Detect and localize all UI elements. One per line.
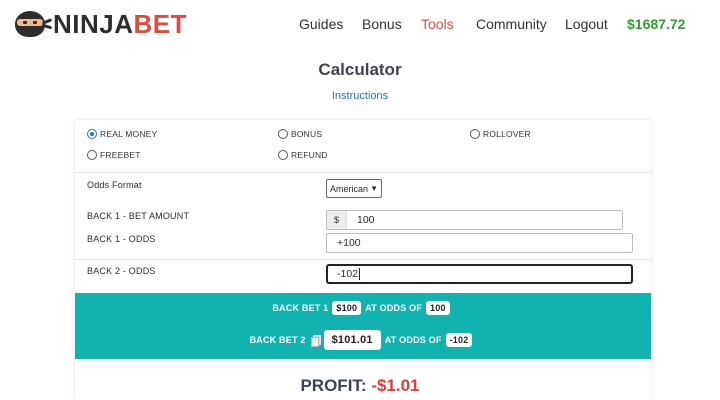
odds-format-value: American: [330, 183, 369, 194]
back2-odds-value: -102: [328, 267, 361, 281]
bet1-odds-pill: 100: [426, 301, 450, 315]
instructions-link[interactable]: Instructions: [0, 90, 720, 102]
radio-label: REAL MONEY: [100, 129, 158, 139]
back1-odds-input[interactable]: +100: [326, 233, 633, 253]
radio-label: FREEBET: [100, 150, 141, 160]
radio-label: REFUND: [291, 150, 328, 160]
logo-text: NINJABET: [53, 9, 187, 39]
ninjabet-logo[interactable]: NINJABET: [13, 9, 187, 39]
divider: [75, 172, 651, 173]
odds-format-select[interactable]: American ▼: [326, 179, 382, 198]
logo-text-bet: BET: [133, 9, 188, 39]
radio-real-money[interactable]: REAL MONEY: [87, 129, 157, 139]
bet1-amount-pill: $100: [332, 301, 362, 315]
nav-item-guides[interactable]: Guides: [299, 16, 343, 32]
radio-dot: [87, 129, 97, 139]
back1-odds-value: +100: [337, 237, 361, 249]
nav-item-logout[interactable]: Logout: [565, 16, 608, 32]
profit-display: PROFIT: -$1.01: [0, 376, 720, 396]
back1-amount-value: 100: [357, 214, 375, 226]
nav-item-community[interactable]: Community: [476, 16, 547, 32]
nav-item-tools[interactable]: Tools: [421, 16, 454, 32]
radio-label: BONUS: [291, 129, 323, 139]
bet1-label: BACK BET 1: [272, 303, 329, 313]
back2-odds-text: -102: [337, 267, 359, 280]
site-header: NINJABET Guides Bonus Tools Community Lo…: [0, 0, 720, 52]
logo-text-ninja: NINJA: [53, 9, 134, 39]
bet2-odds-pill: -102: [445, 333, 473, 347]
radio-dot: [87, 150, 97, 160]
radio-label: ROLLOVER: [483, 129, 531, 139]
result-panel: BACK BET 1 $100 AT ODDS OF 100 BACK BET …: [75, 293, 651, 359]
back1-amount-label: BACK 1 - BET AMOUNT: [87, 211, 190, 221]
back2-odds-input[interactable]: -102: [326, 264, 633, 284]
radio-freebet[interactable]: FREEBET: [87, 150, 141, 160]
chevron-down-icon: ▼: [370, 184, 378, 193]
at-odds-label: AT ODDS OF: [365, 303, 423, 313]
back1-odds-label: BACK 1 - ODDS: [87, 234, 156, 244]
back2-odds-label: BACK 2 - ODDS: [87, 266, 156, 276]
bet2-amount-pill: $101.01: [323, 330, 381, 350]
copy-icon[interactable]: [310, 334, 321, 347]
account-balance[interactable]: $1687.72: [627, 16, 685, 32]
result-row-bet2: BACK BET 2 $101.01 AT ODDS OF -102: [75, 330, 651, 350]
back1-amount-input[interactable]: $ 100: [326, 210, 623, 230]
radio-dot: [470, 129, 480, 139]
result-row-bet1: BACK BET 1 $100 AT ODDS OF 100: [75, 301, 651, 315]
profit-value: -$1.01: [371, 376, 420, 395]
nav-item-bonus[interactable]: Bonus: [362, 16, 402, 32]
radio-rollover[interactable]: ROLLOVER: [470, 129, 531, 139]
bet2-label: BACK BET 2: [249, 335, 306, 345]
profit-label: PROFIT:: [300, 376, 367, 395]
radio-dot: [278, 129, 288, 139]
at-odds-label: AT ODDS OF: [384, 335, 442, 345]
radio-refund[interactable]: REFUND: [278, 150, 328, 160]
divider: [75, 259, 651, 260]
odds-format-label: Odds Format: [87, 180, 142, 190]
page-title: Calculator: [318, 60, 402, 79]
radio-bonus[interactable]: BONUS: [278, 129, 322, 139]
radio-dot: [278, 150, 288, 160]
ninja-head-icon: [13, 9, 53, 39]
text-caret: [359, 268, 361, 281]
currency-prefix: $: [327, 211, 347, 229]
